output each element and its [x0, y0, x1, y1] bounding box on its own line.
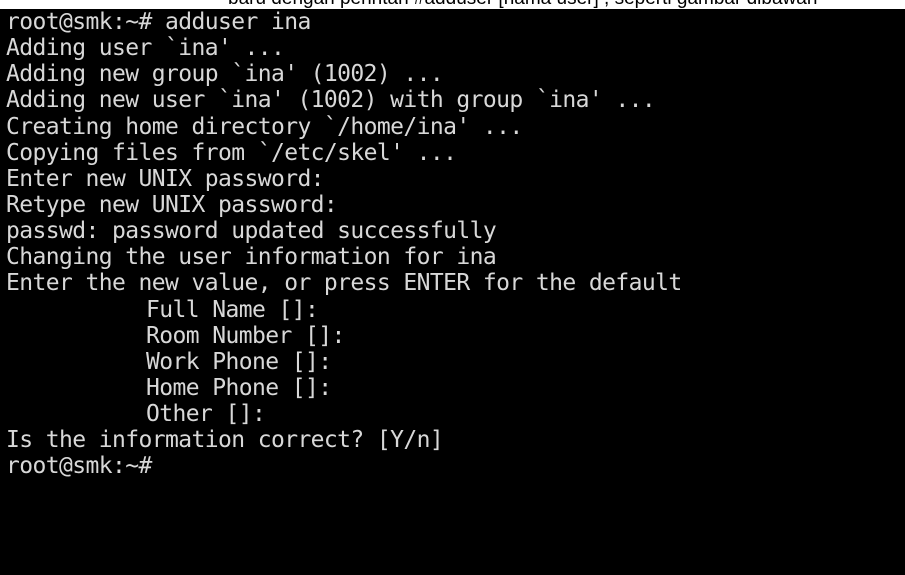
terminal-window[interactable]: root@smk:~# adduser ina Adding user `ina… — [0, 9, 905, 575]
terminal-line: Adding new user `ina' (1002) with group … — [6, 87, 656, 114]
terminal-line: Changing the user information for ina — [6, 244, 497, 271]
terminal-prompt[interactable]: root@smk:~# — [6, 453, 905, 479]
terminal-line: Other []: — [146, 401, 266, 428]
terminal-line: Retype new UNIX password: — [6, 191, 338, 218]
terminal-line: Room Number []: — [146, 322, 345, 349]
terminal-line: Full Name []: — [146, 296, 319, 323]
terminal-line: Adding user `ina' ... — [6, 35, 285, 62]
terminal-line: root@smk:~# adduser ina — [6, 9, 311, 35]
terminal-line: passwd: password updated successfully — [6, 218, 497, 245]
terminal-line: Enter the new value, or press ENTER for … — [6, 270, 682, 297]
terminal-line: Enter new UNIX password: — [6, 165, 325, 192]
terminal-line: Adding new group `ina' (1002) ... — [6, 61, 444, 88]
terminal-line: Copying files from `/etc/skel' ... — [6, 139, 457, 166]
terminal-line: Work Phone []: — [146, 348, 332, 375]
clipped-caption-text: baru dengan perintah #adduser [nama user… — [0, 0, 905, 9]
terminal-line: Is the information correct? [Y/n] — [6, 427, 444, 454]
terminal-line: Creating home directory `/home/ina' ... — [6, 113, 523, 140]
terminal-line: Home Phone []: — [146, 374, 332, 401]
